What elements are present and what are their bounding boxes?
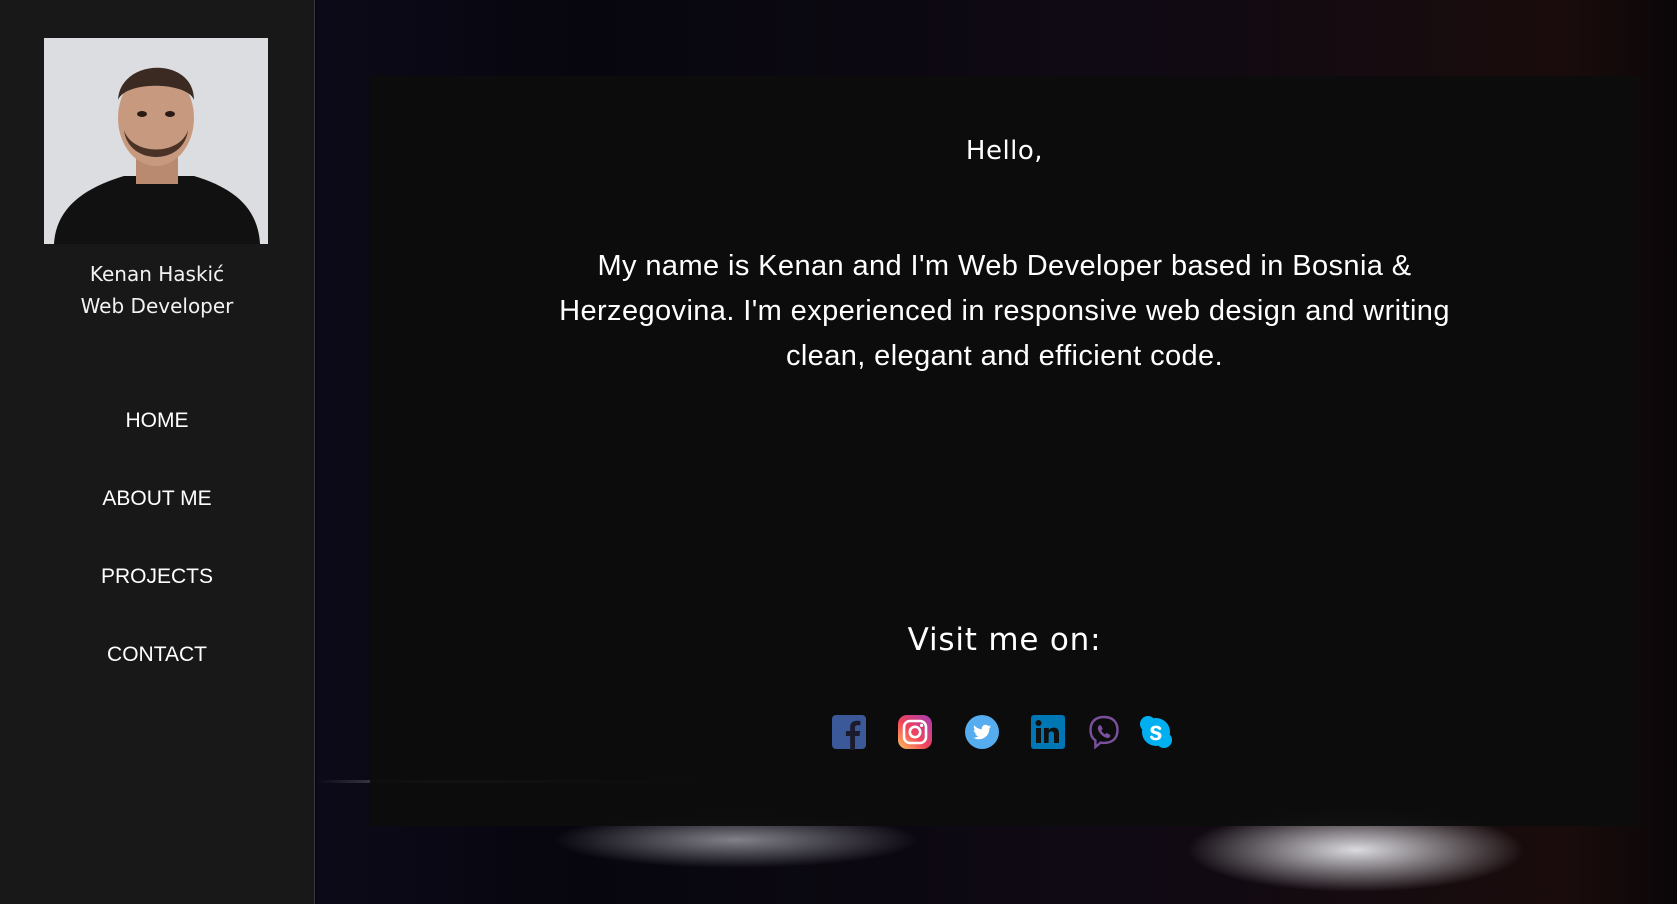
skype-link[interactable] <box>1138 714 1174 750</box>
main-nav: HOME ABOUT ME PROJECTS CONTACT <box>0 400 314 712</box>
viber-link[interactable] <box>1086 714 1122 750</box>
intro-text: My name is Kenan and I'm Web Developer b… <box>559 250 1450 372</box>
twitter-icon <box>965 715 999 749</box>
facebook-icon <box>832 715 866 750</box>
nav-contact[interactable]: CONTACT <box>0 634 314 712</box>
facebook-link[interactable] <box>831 714 867 750</box>
instagram-link[interactable] <box>897 714 933 750</box>
profile-title: Web Developer <box>80 294 234 318</box>
instagram-icon <box>898 715 932 749</box>
linkedin-icon <box>1031 715 1065 749</box>
linkedin-link[interactable] <box>1030 714 1066 750</box>
visit-heading: Visit me on: <box>907 622 1102 658</box>
nav-home[interactable]: HOME <box>0 400 314 478</box>
sidebar: Kenan Haskić Web Developer HOME ABOUT ME… <box>0 0 315 904</box>
greeting: Hello, <box>965 136 1044 166</box>
avatar <box>44 38 268 244</box>
viber-icon <box>1089 715 1119 750</box>
twitter-link[interactable] <box>964 714 1000 750</box>
content-card: Hello, My name is Kenan and I'm Web Deve… <box>370 76 1639 826</box>
social-links <box>370 714 1639 754</box>
nav-projects[interactable]: PROJECTS <box>0 556 314 634</box>
skype-icon <box>1140 716 1172 748</box>
nav-about-me[interactable]: ABOUT ME <box>0 478 314 556</box>
profile-name: Kenan Haskić <box>89 262 225 286</box>
